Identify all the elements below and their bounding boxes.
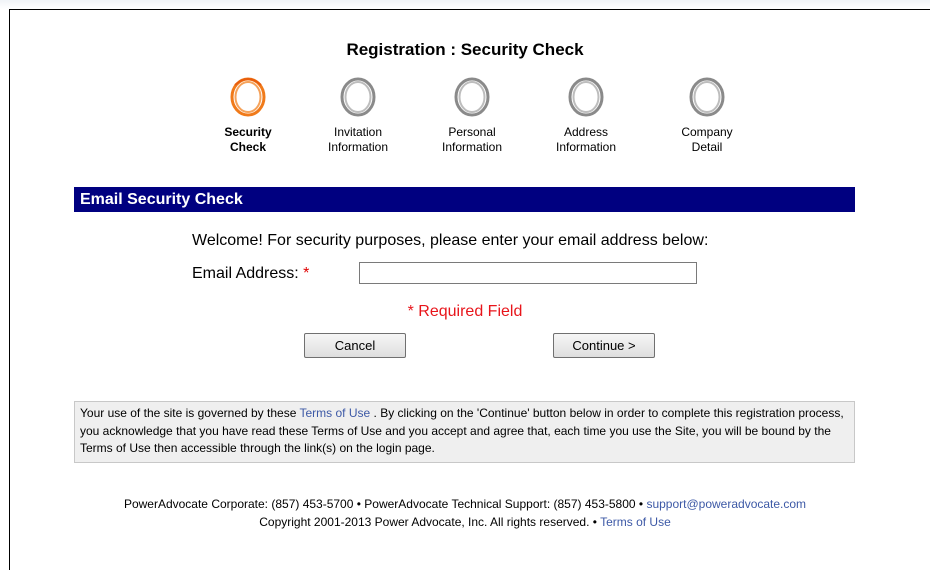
gray-ring-icon <box>454 77 490 117</box>
gray-ring-icon <box>340 77 376 117</box>
top-strip <box>0 0 930 9</box>
support-email-link[interactable]: support@poweradvocate.com <box>646 497 806 511</box>
step-label: Company Detail <box>681 125 733 154</box>
step-label: Address Information <box>555 125 617 154</box>
step-company-detail: Company Detail <box>662 75 752 155</box>
gray-ring-icon <box>689 77 725 117</box>
step-label: Invitation Information <box>327 125 389 154</box>
gray-ring-icon <box>568 77 604 117</box>
cancel-button[interactable]: Cancel <box>304 333 406 358</box>
footer-contact: PowerAdvocate Corporate: (857) 453-5700 … <box>0 497 930 511</box>
step-label: Personal Information <box>441 125 503 154</box>
step-address-information: Address Information <box>541 75 631 155</box>
email-field[interactable] <box>359 262 697 284</box>
copyright-text: Copyright 2001-2013 Power Advocate, Inc.… <box>259 515 597 529</box>
footer-copyright: Copyright 2001-2013 Power Advocate, Inc.… <box>0 515 930 529</box>
section-header: Email Security Check <box>74 187 855 212</box>
step-security-check: Security Check <box>203 75 293 155</box>
terms-intro: Your use of the site is governed by thes… <box>80 406 297 420</box>
required-field-note: * Required Field <box>407 303 523 320</box>
footer-corporate: PowerAdvocate Corporate: (857) 453-5700 … <box>123 497 644 511</box>
footer-terms-link[interactable]: Terms of Use <box>600 515 671 529</box>
continue-button[interactable]: Continue > <box>553 333 655 358</box>
page-title: Registration : Security Check <box>346 40 584 59</box>
email-label: Email Address: * <box>192 265 309 283</box>
terms-of-use-link[interactable]: Terms of Use <box>300 406 371 420</box>
welcome-text: Welcome! For security purposes, please e… <box>192 232 709 249</box>
terms-box: Your use of the site is governed by thes… <box>74 401 855 463</box>
required-star: * <box>303 265 310 282</box>
step-label: Security Check <box>224 125 272 154</box>
orange-ring-icon <box>230 77 266 117</box>
email-label-text: Email Address: <box>192 265 299 282</box>
step-personal-information: Personal Information <box>427 75 517 155</box>
step-invitation-information: Invitation Information <box>313 75 403 155</box>
